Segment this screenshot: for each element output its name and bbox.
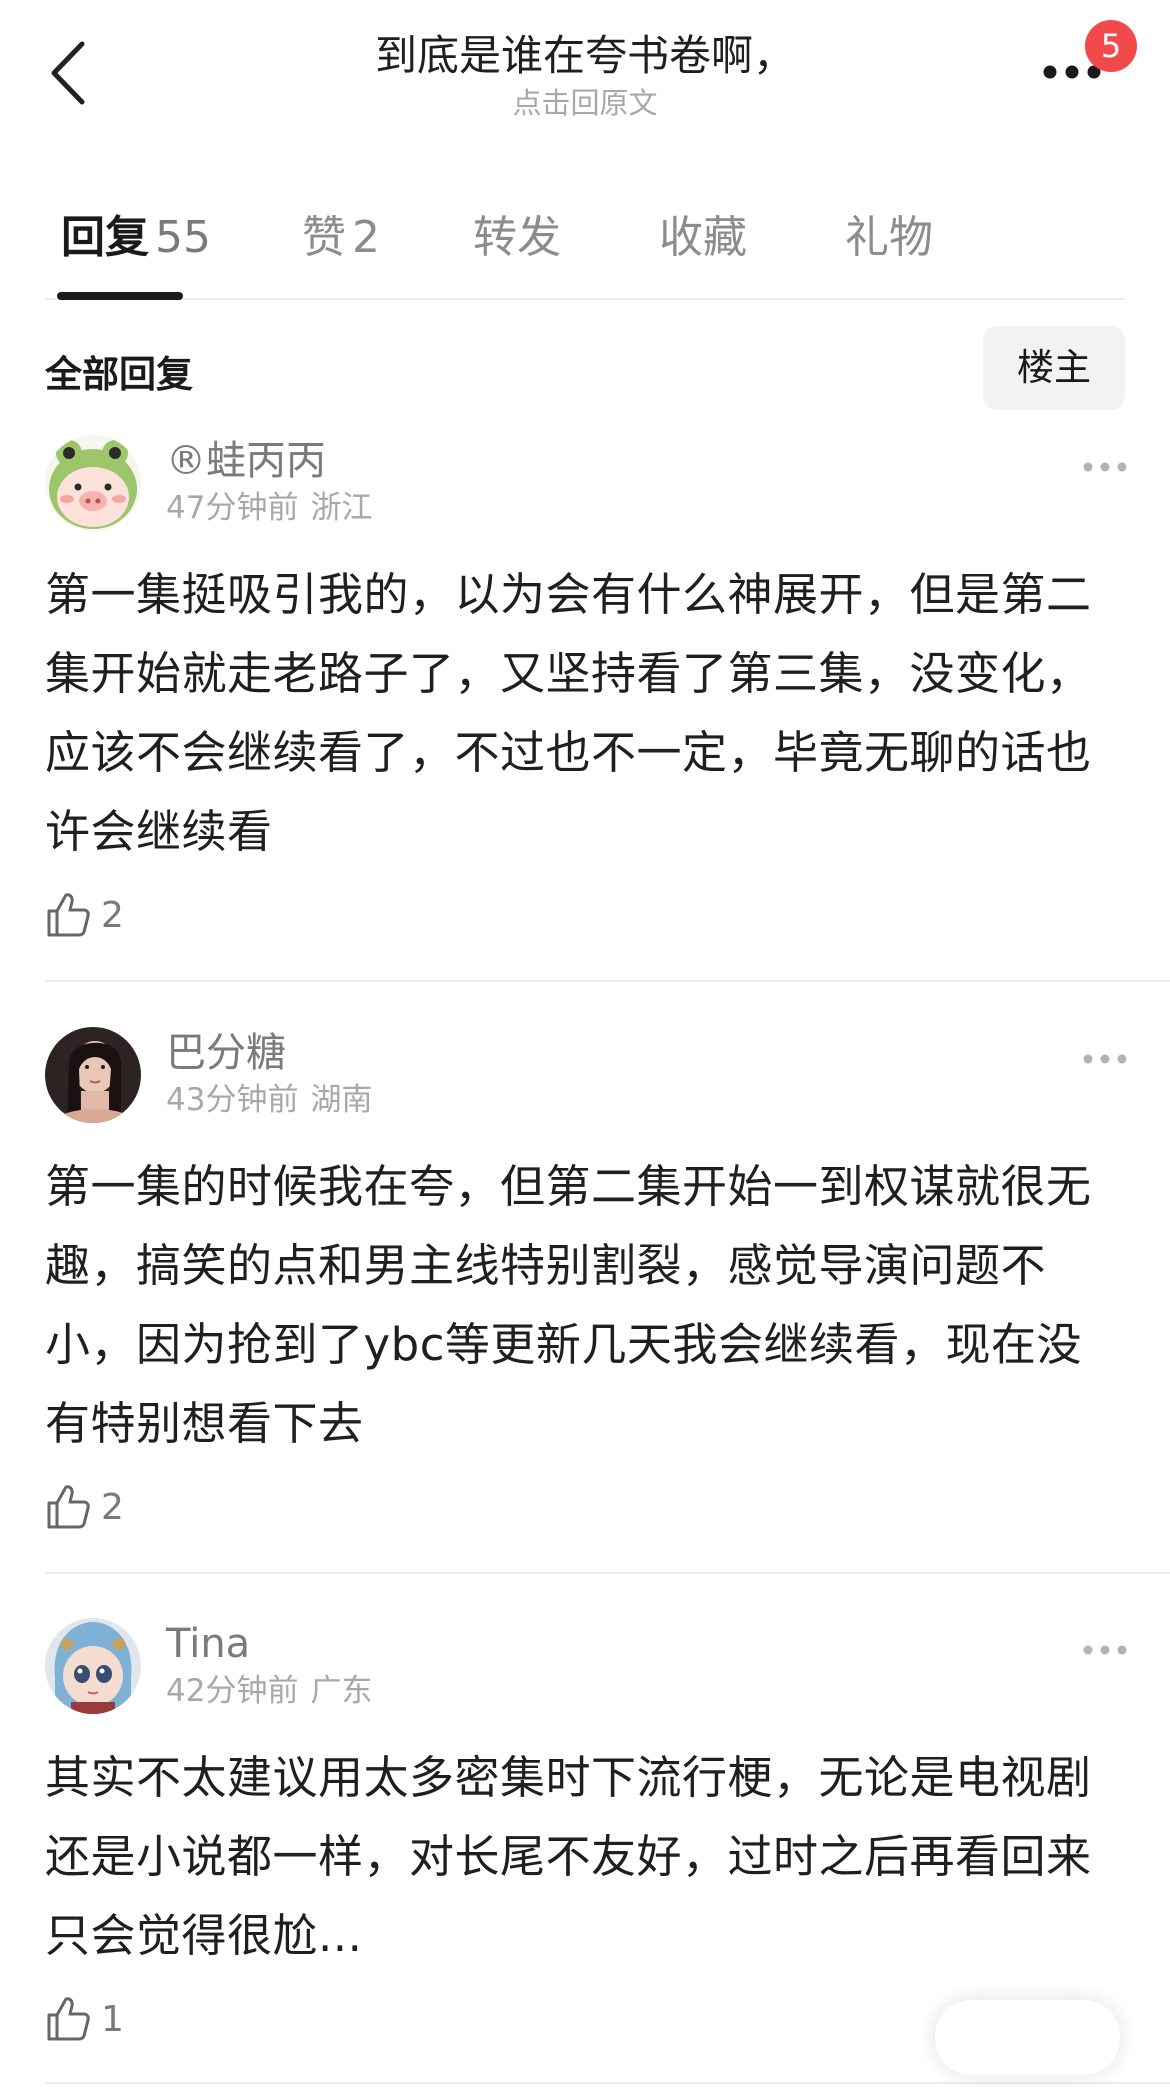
comment-location: 广东 bbox=[310, 1673, 373, 1709]
like-button[interactable]: 2 bbox=[45, 891, 124, 941]
tab-reposts-label: 转发 bbox=[473, 212, 561, 263]
notification-badge: 5 bbox=[1085, 20, 1137, 72]
tab-favorites[interactable]: 收藏 bbox=[659, 208, 747, 268]
comment-item: 巴分糖 43分钟前 湖南 第一集的时候我在夸，但第二集开始一到权谋就很无趣，搞笑的… bbox=[45, 1027, 1170, 1547]
tab-gifts-label: 礼物 bbox=[845, 212, 933, 263]
back-to-original-link[interactable]: 点击回原文 bbox=[235, 84, 935, 122]
like-count: 2 bbox=[101, 1487, 124, 1528]
tab-replies-label: 回复 bbox=[61, 212, 149, 263]
tab-replies[interactable]: 回复 55 bbox=[61, 208, 211, 268]
op-only-filter-button[interactable]: 楼主 bbox=[983, 326, 1125, 410]
divider bbox=[45, 2082, 1170, 2084]
username[interactable]: ®蛙丙丙 bbox=[166, 435, 326, 487]
thumbs-up-icon bbox=[47, 1997, 90, 2041]
comment-location: 浙江 bbox=[310, 490, 373, 526]
comment-time: 47分钟前 bbox=[166, 490, 299, 526]
floating-action-overlay bbox=[935, 2000, 1120, 2075]
tab-likes-label: 赞 bbox=[302, 212, 346, 263]
top-bar: 到底是谁在夸书卷啊， 点击回原文 5 bbox=[0, 0, 1170, 130]
avatar[interactable] bbox=[45, 435, 141, 531]
tab-likes-count: 2 bbox=[352, 212, 380, 263]
portrait-avatar-icon bbox=[45, 1027, 141, 1123]
doll-avatar-icon bbox=[45, 1618, 141, 1714]
divider bbox=[45, 980, 1170, 982]
frog-pig-avatar-icon bbox=[45, 435, 141, 531]
like-button[interactable]: 2 bbox=[45, 1483, 124, 1533]
active-tab-indicator bbox=[57, 292, 183, 300]
like-count: 2 bbox=[101, 895, 124, 936]
username[interactable]: 巴分糖 bbox=[166, 1027, 286, 1079]
comment-text: 第一集挺吸引我的，以为会有什么神展开，但是第二集开始就走老路子了，又坚持看了第三… bbox=[45, 568, 1092, 858]
tab-reposts[interactable]: 转发 bbox=[473, 208, 561, 268]
chevron-left-icon bbox=[51, 41, 85, 105]
section-header: 全部回复 楼主 bbox=[45, 326, 1125, 410]
comment-text: 第一集的时候我在夸，但第二集开始一到权谋就很无趣，搞笑的点和男主线特别割裂，感觉… bbox=[45, 1160, 1092, 1450]
avatar[interactable] bbox=[45, 1618, 141, 1714]
avatar[interactable] bbox=[45, 1027, 141, 1123]
tab-favorites-label: 收藏 bbox=[659, 212, 747, 263]
comment-more-button[interactable] bbox=[1080, 1049, 1130, 1069]
comment-more-button[interactable] bbox=[1080, 1640, 1130, 1660]
tab-replies-count: 55 bbox=[155, 212, 211, 263]
like-count: 1 bbox=[101, 1999, 124, 2040]
more-dots-icon bbox=[1083, 1645, 1127, 1655]
tab-bar: 回复 55 赞2 转发 收藏 礼物 bbox=[45, 200, 1125, 300]
username[interactable]: Tina bbox=[166, 1618, 250, 1670]
divider bbox=[45, 1572, 1170, 1574]
comment-item: Tina 42分钟前 广东 其实不太建议用太多密集时下流行梗，无论是电视剧还是小说… bbox=[45, 1618, 1170, 2058]
section-title: 全部回复 bbox=[45, 353, 193, 396]
comment-time: 42分钟前 bbox=[166, 1673, 299, 1709]
page-title: 到底是谁在夸书卷啊， bbox=[374, 31, 795, 80]
back-button[interactable] bbox=[44, 38, 94, 108]
like-button[interactable]: 1 bbox=[45, 1995, 124, 2045]
thumbs-up-icon bbox=[47, 1485, 90, 1529]
tab-likes[interactable]: 赞2 bbox=[302, 208, 380, 268]
comment-item: ®蛙丙丙 47分钟前 浙江 第一集挺吸引我的，以为会有什么神展开，但是第二集开始就… bbox=[45, 435, 1170, 955]
comment-meta: 42分钟前 广东 bbox=[166, 1670, 372, 1712]
comment-meta: 43分钟前 湖南 bbox=[166, 1079, 372, 1121]
comment-meta: 47分钟前 浙江 bbox=[166, 487, 372, 529]
more-dots-icon bbox=[1083, 1054, 1127, 1064]
more-dots-icon bbox=[1083, 462, 1127, 472]
comment-location: 湖南 bbox=[310, 1082, 373, 1118]
post-title-link[interactable]: 到底是谁在夸书卷啊， 点击回原文 bbox=[235, 28, 935, 122]
comment-text: 其实不太建议用太多密集时下流行梗，无论是电视剧还是小说都一样，对长尾不友好，过时… bbox=[45, 1751, 1092, 1962]
thumbs-up-icon bbox=[47, 893, 90, 937]
comment-more-button[interactable] bbox=[1080, 457, 1130, 477]
tab-gifts[interactable]: 礼物 bbox=[845, 208, 933, 268]
comment-time: 43分钟前 bbox=[166, 1082, 299, 1118]
